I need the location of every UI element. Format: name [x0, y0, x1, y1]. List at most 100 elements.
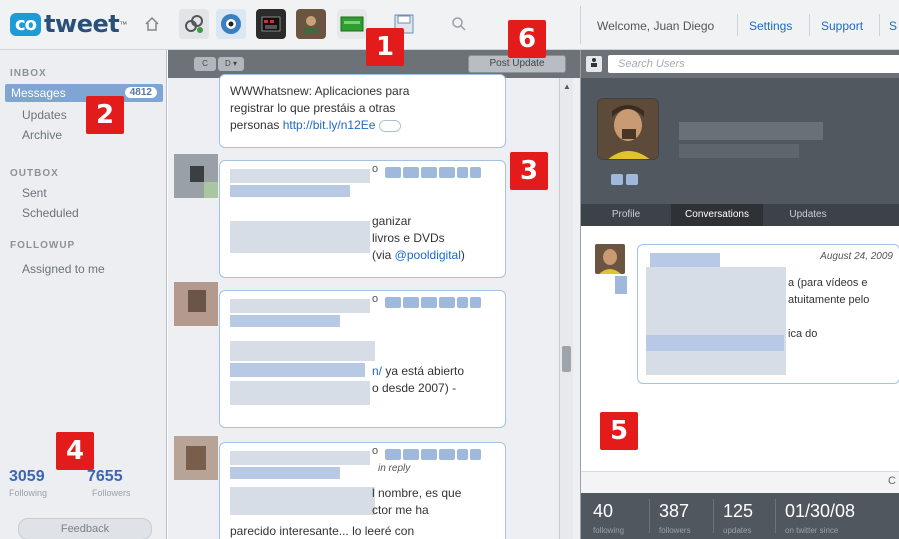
logo-trademark: ™ — [119, 19, 128, 29]
user-icon — [586, 56, 602, 72]
callout-5: 5 — [600, 412, 638, 450]
callout-1: 1 — [366, 28, 404, 66]
tweet-card[interactable]: WWWhatsnew: Aplicaciones para registrar … — [219, 74, 506, 148]
tweet-card[interactable]: o n/ ya está abierto o desde 2007) - — [219, 290, 506, 428]
expand-link-icon[interactable] — [378, 119, 401, 132]
stat-followers-label: followers — [659, 526, 691, 535]
following-count[interactable]: 3059 — [9, 468, 45, 486]
scroll-up-icon[interactable]: ▲ — [563, 82, 571, 91]
sidebar-item-assigned[interactable]: Assigned to me — [22, 262, 105, 276]
video-icon[interactable] — [256, 9, 286, 39]
tweet-meta: o — [372, 163, 379, 175]
signout-link[interactable]: S — [889, 19, 897, 33]
settings-link[interactable]: Settings — [749, 19, 792, 33]
search-users-input[interactable]: Search Users — [608, 55, 899, 73]
tab-conversations[interactable]: Conversations — [671, 204, 763, 226]
sidebar-item-updates[interactable]: Updates — [22, 108, 67, 122]
tweet-text: parecido interesante... lo leeré con — [230, 523, 414, 539]
followers-count[interactable]: 7655 — [87, 468, 123, 486]
tweet-link[interactable]: n/ — [372, 364, 382, 378]
tweet-actions[interactable] — [385, 167, 481, 178]
tweet-line-text: (via — [372, 248, 395, 262]
link-icon[interactable] — [179, 9, 209, 39]
profile-photo[interactable] — [597, 98, 659, 160]
callout-3: 3 — [510, 152, 548, 190]
tab-profile[interactable]: Profile — [581, 204, 671, 226]
support-link[interactable]: Support — [821, 19, 863, 33]
mention-link[interactable]: @pooldigital — [395, 248, 461, 262]
tweet-line-text: ya está abierto — [382, 364, 465, 378]
refresh-panel-button[interactable]: C — [888, 475, 896, 487]
view-icon[interactable] — [216, 9, 246, 39]
stream-scrollbar[interactable]: ▲ — [559, 78, 573, 539]
tweet-line-text: personas — [230, 118, 280, 132]
retweet-icon[interactable] — [615, 276, 627, 294]
tweet-line: (via @pooldigital) — [372, 247, 465, 264]
followers-label: Followers — [92, 488, 131, 498]
in-reply-label: in reply — [378, 463, 411, 474]
tweet-line: personas http://bit.ly/n12Ee — [230, 117, 409, 134]
cotweet-app: co tweet ™ Welcome, Juan Diego Settings … — [0, 0, 899, 539]
sidebar-item-label: Messages — [11, 86, 66, 100]
tweet-line: ica do — [788, 328, 818, 340]
person-icon[interactable] — [296, 9, 326, 39]
following-label: Following — [9, 488, 48, 498]
scrollbar-thumb[interactable] — [562, 346, 571, 372]
tweet-line-text: ) — [460, 248, 465, 262]
sidebar-item-messages[interactable]: Messages 4812 — [5, 84, 163, 102]
sidebar-item-scheduled[interactable]: Scheduled — [22, 206, 79, 220]
logo-text: tweet — [44, 10, 120, 38]
tweet-text: n/ ya está abierto o desde 2007) - — [372, 363, 464, 397]
followup-section-title: FOLLOWUP — [10, 240, 76, 251]
profile-header — [581, 78, 899, 204]
tab-updates[interactable]: Updates — [763, 204, 853, 226]
user-profile-panel: Search Users Profile Conversations Updat… — [580, 50, 899, 539]
callout-4: 4 — [56, 432, 94, 470]
tweet-card[interactable]: o ganizar livros e DVDs (via @pooldigita… — [219, 160, 506, 278]
sidebar-item-archive[interactable]: Archive — [22, 128, 62, 142]
header-divider — [737, 14, 738, 36]
stat-updates-label: updates — [723, 526, 752, 535]
inbox-section-title: INBOX — [10, 68, 47, 79]
tweet-link[interactable]: http://bit.ly/n12Ee — [283, 118, 376, 132]
sidebar-item-sent[interactable]: Sent — [22, 186, 47, 200]
welcome-text: Welcome, Juan Diego — [597, 19, 715, 33]
cotweet-logo[interactable]: co tweet ™ — [10, 9, 127, 39]
tweet-text: ganizar livros e DVDs (via @pooldigital) — [372, 213, 465, 264]
avatar[interactable] — [174, 282, 218, 326]
search-icon[interactable] — [444, 9, 474, 39]
tweet-line: atuitamente pelo — [788, 294, 870, 306]
avatar[interactable] — [595, 244, 625, 274]
refresh-button[interactable]: C — [194, 57, 216, 71]
tweet-actions[interactable] — [385, 449, 481, 460]
user-search-bar: Search Users — [581, 50, 899, 78]
stat-divider — [713, 499, 714, 533]
panel-footer: C — [581, 471, 899, 493]
message-stream: C D ▾ Post Update WWWhatsnew: Aplicacion… — [168, 50, 580, 539]
tweet-text: WWWhatsnew: Aplicaciones para registrar … — [230, 83, 409, 134]
stat-divider — [775, 499, 776, 533]
stat-following-value: 40 — [593, 501, 614, 521]
stat-updates-value: 125 — [723, 501, 754, 521]
conversation-item[interactable]: August 24, 2009 a (para vídeos e atuitam… — [637, 244, 899, 384]
stat-since-value: 01/30/08 — [785, 501, 856, 521]
tweet-meta: o — [372, 445, 379, 457]
filter-dropdown[interactable]: D ▾ — [218, 57, 244, 71]
chart-icon[interactable] — [337, 9, 367, 39]
tab-more[interactable] — [853, 204, 899, 226]
avatar[interactable] — [174, 436, 218, 480]
tweet-actions[interactable] — [385, 297, 481, 308]
tweet-card[interactable]: o in reply l nombre, es que ctor me ha p… — [219, 442, 506, 539]
tweet-line: WWWhatsnew: Aplicaciones para — [230, 84, 410, 98]
tweet-line: o desde 2007) - — [372, 381, 457, 395]
feedback-button[interactable]: Feedback — [18, 518, 152, 539]
tweet-text: l nombre, es que ctor me ha — [372, 485, 461, 519]
messages-count-badge: 4812 — [124, 87, 157, 98]
top-header: co tweet ™ Welcome, Juan Diego Settings … — [0, 0, 899, 50]
callout-6: 6 — [508, 20, 546, 58]
tweet-line: ctor me ha — [372, 503, 429, 517]
profile-action-icons[interactable] — [611, 174, 641, 186]
tweet-line: parecido interesante... lo leeré con — [230, 524, 415, 538]
avatar[interactable] — [174, 154, 218, 198]
home-icon[interactable] — [137, 9, 167, 39]
